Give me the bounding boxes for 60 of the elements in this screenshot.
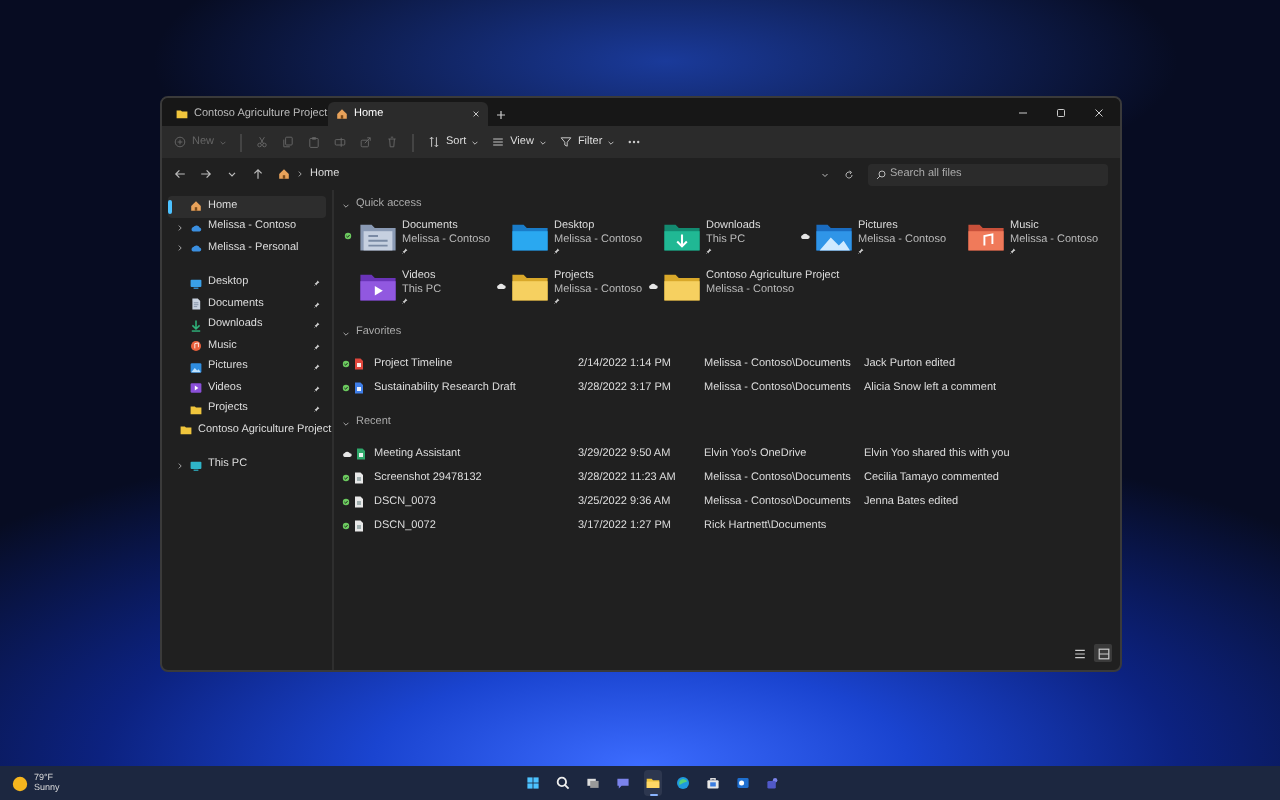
search-icon[interactable]	[556, 776, 570, 790]
browser-swirl-icon[interactable]	[676, 776, 690, 790]
expand-chevron-icon[interactable]	[175, 223, 183, 232]
expand-chevron-icon[interactable]	[175, 244, 183, 253]
filter-icon	[559, 136, 572, 148]
folder-icon[interactable]	[646, 776, 660, 790]
document-icon	[190, 298, 202, 311]
home-icon	[278, 168, 290, 180]
forward-arrow-icon[interactable]	[200, 168, 212, 180]
music-icon	[190, 340, 202, 353]
shopping-bag-icon[interactable]	[706, 776, 720, 790]
collapse-chevron-icon[interactable]	[342, 329, 350, 337]
image-file-icon	[354, 472, 364, 484]
back-arrow-icon[interactable]	[174, 168, 186, 180]
close-icon[interactable]	[1094, 107, 1104, 117]
refresh-icon[interactable]	[844, 169, 854, 179]
grid-logo-icon[interactable]	[526, 776, 540, 790]
caret-icon	[539, 139, 546, 145]
image-file-icon	[354, 496, 364, 508]
word-file-icon	[354, 382, 364, 394]
sun-icon	[12, 775, 28, 791]
up-arrow-icon[interactable]	[252, 168, 264, 180]
collapse-chevron-icon[interactable]	[342, 419, 350, 427]
download-icon	[190, 319, 202, 332]
close-icon[interactable]	[472, 110, 480, 118]
spreadsheet-file-icon	[356, 448, 366, 460]
chevron-icon[interactable]	[226, 168, 238, 180]
pictures-folder-icon	[814, 220, 854, 252]
music-folder-icon	[966, 220, 1006, 252]
collapse-chevron-icon[interactable]	[342, 201, 350, 209]
search-icon	[876, 169, 886, 179]
minimize-icon[interactable]	[1018, 107, 1028, 117]
home-icon	[336, 108, 348, 120]
more-icon[interactable]	[628, 136, 641, 148]
monitor-icon	[190, 459, 202, 472]
sort-icon	[428, 136, 441, 148]
home-icon	[190, 200, 202, 213]
desktop-folder-icon	[510, 220, 550, 252]
caret-icon	[220, 139, 227, 145]
chat-bubble-icon[interactable]	[616, 776, 630, 790]
folder-icon	[510, 270, 550, 302]
monitor-icon	[190, 277, 202, 290]
videos-folder-icon	[358, 270, 398, 302]
caret-icon	[608, 139, 615, 145]
taskbar-app-button[interactable]	[644, 770, 662, 796]
caret-icon	[472, 139, 479, 145]
video-icon	[190, 382, 202, 395]
pdf-file-icon	[354, 358, 364, 370]
windows-stack-icon[interactable]	[586, 776, 600, 790]
documents-folder-icon	[358, 220, 398, 252]
folder-icon	[176, 108, 188, 120]
picture-icon	[190, 361, 202, 374]
view-icon	[492, 136, 505, 148]
plus-icon[interactable]	[496, 109, 506, 119]
downloads-folder-icon	[662, 220, 702, 252]
plus-circle-icon	[174, 136, 186, 148]
maximize-icon[interactable]	[1056, 107, 1066, 117]
expand-chevron-icon[interactable]	[175, 461, 183, 470]
folder-icon	[662, 270, 702, 302]
image-file-icon	[354, 520, 364, 532]
